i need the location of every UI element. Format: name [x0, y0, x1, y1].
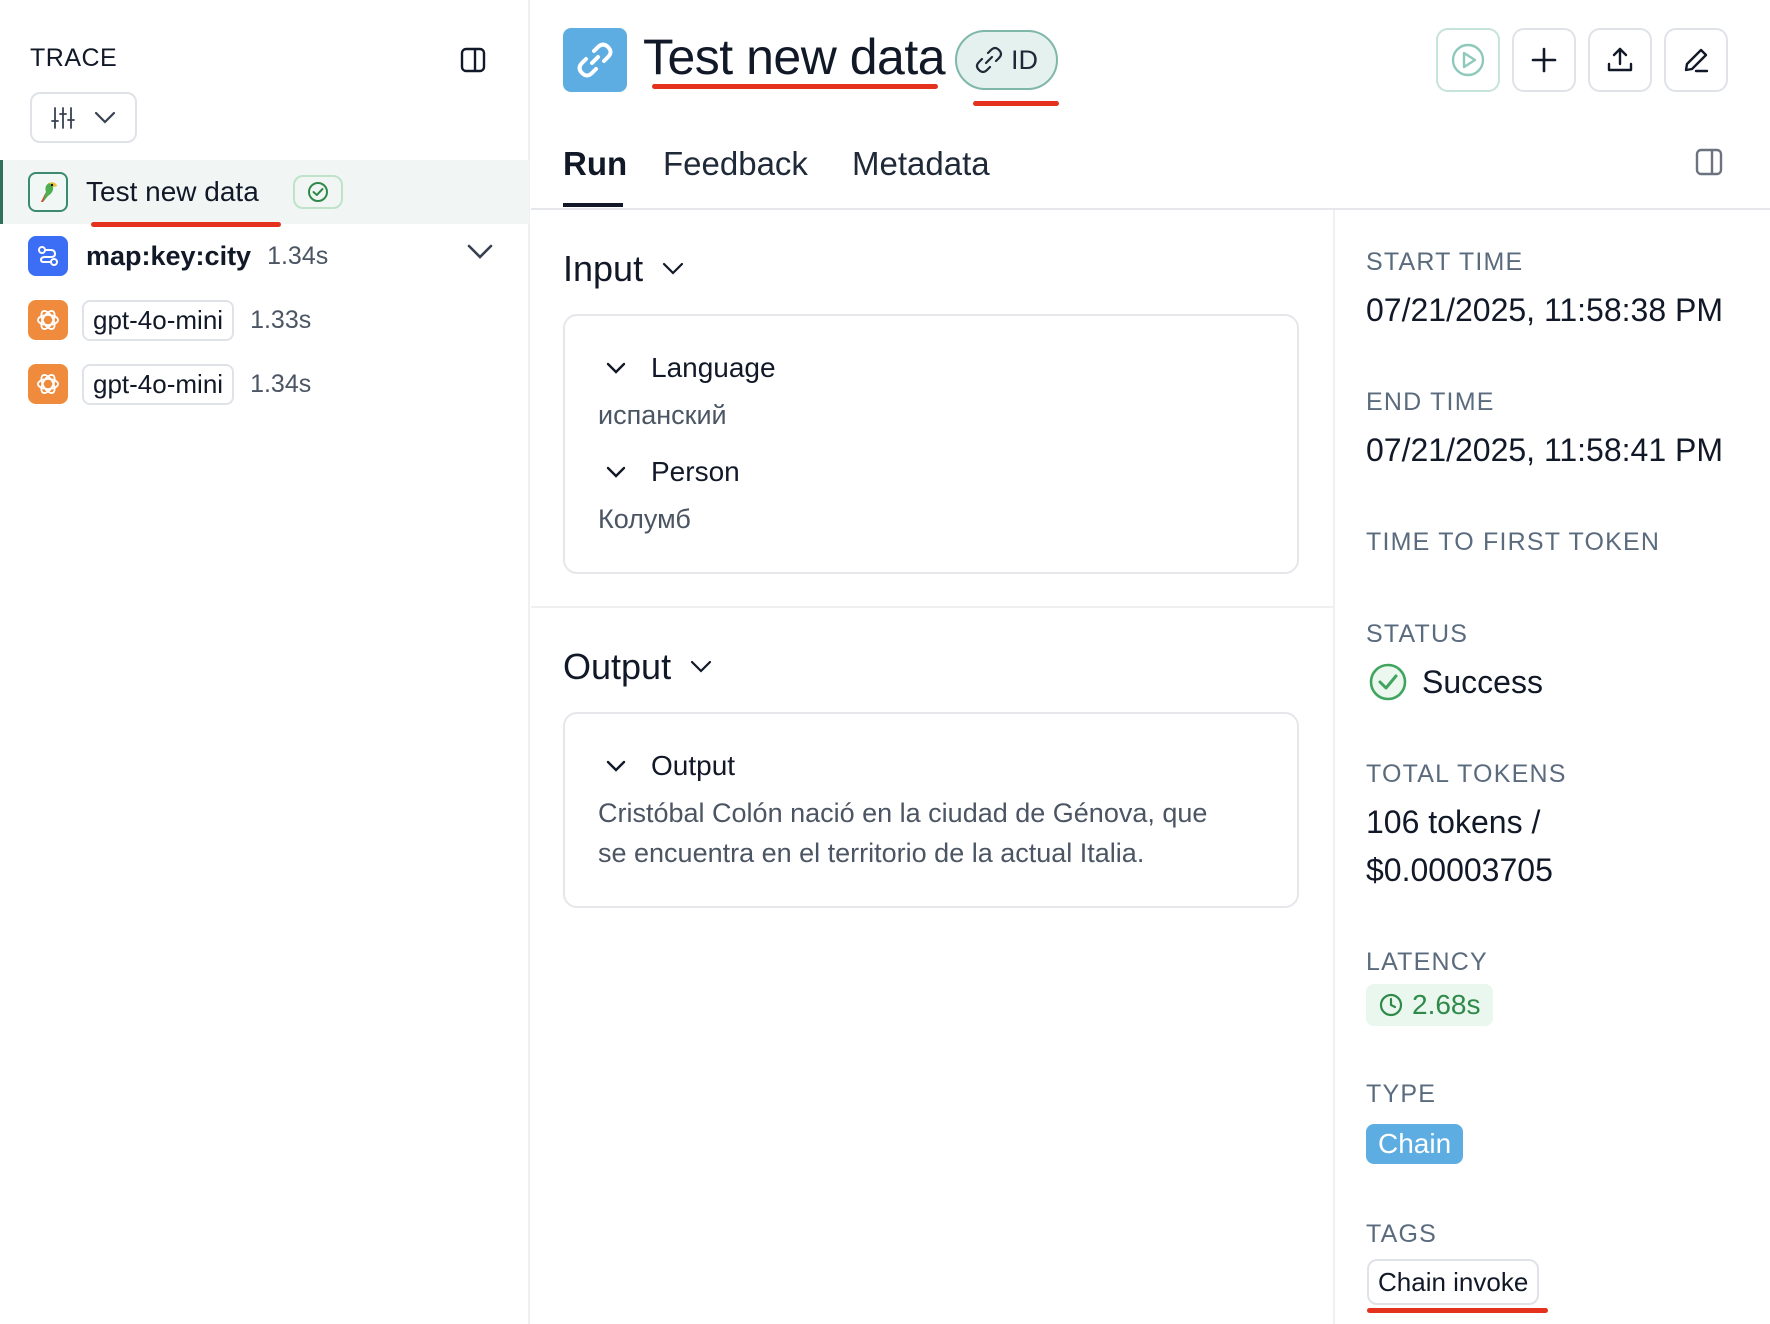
- status-label: STATUS: [1366, 620, 1469, 648]
- trace-node-name: map:key:city: [86, 240, 252, 271]
- trace-header: TRACE: [30, 44, 118, 72]
- sidebar-panel-icon: [1695, 148, 1723, 176]
- trace-node-llm-2[interactable]: gpt-4o-mini 1.34s: [0, 352, 529, 416]
- trace-node-llm-1[interactable]: gpt-4o-mini 1.33s: [0, 288, 529, 352]
- field-key: Output: [651, 750, 736, 781]
- output-section-toggle[interactable]: Output: [563, 646, 713, 688]
- output-text-line-2: se encuentra en el territorio de la actu…: [598, 838, 1145, 868]
- toggle-details-panel-button[interactable]: [1692, 145, 1726, 179]
- tag-chip[interactable]: Chain invoke: [1367, 1259, 1540, 1305]
- edit-icon: [1684, 48, 1709, 73]
- field-value: Колумб: [598, 504, 691, 534]
- output-card: Output Cristóbal Colón nació en la ciuda…: [563, 712, 1299, 908]
- annotation-underline: [973, 101, 1059, 106]
- annotation-underline: [1367, 1308, 1548, 1313]
- run-type-badge: Chain: [1366, 1124, 1464, 1164]
- chevron-down-icon: [94, 111, 115, 124]
- trace-node-root[interactable]: Test new data: [0, 160, 529, 224]
- tabs-divider: [531, 208, 1770, 210]
- add-to-dataset-button[interactable]: [1512, 28, 1576, 92]
- input-section-toggle[interactable]: Input: [563, 248, 685, 290]
- link-icon: [975, 46, 1003, 74]
- trace-node-map[interactable]: map:key:city 1.34s: [0, 224, 529, 288]
- tab-metadata[interactable]: Metadata: [852, 145, 990, 183]
- trace-node-duration: 1.33s: [250, 305, 312, 334]
- check-circle-icon: [1369, 663, 1407, 701]
- total-tokens-value: 106 tokens /: [1366, 804, 1541, 840]
- upload-icon: [1607, 47, 1633, 72]
- field-key: Language: [651, 352, 776, 383]
- copy-id-button[interactable]: ID: [955, 30, 1058, 90]
- parrot-icon: [28, 172, 68, 212]
- play-icon: [1451, 43, 1485, 77]
- total-cost-value: $0.00003705: [1366, 852, 1553, 888]
- share-button[interactable]: [1588, 28, 1652, 92]
- field-toggle-language[interactable]: Language: [605, 352, 776, 384]
- latency-badge: 2.68s: [1366, 984, 1493, 1026]
- id-label: ID: [1011, 44, 1038, 75]
- section-divider: [531, 606, 1333, 608]
- end-time-label: END TIME: [1366, 388, 1495, 416]
- output-text-line-1: Cristóbal Colón nació en la ciudad de Gé…: [598, 798, 1208, 828]
- tab-run[interactable]: Run: [563, 145, 627, 183]
- start-time-label: START TIME: [1366, 248, 1524, 276]
- input-card: Language испанский Person Колумб: [563, 314, 1299, 574]
- map-route-icon: [28, 236, 68, 276]
- start-time-value: 07/21/2025, 11:58:38 PM: [1366, 292, 1724, 328]
- active-tab-indicator: [563, 203, 623, 207]
- output-title: Output: [563, 646, 672, 687]
- chevron-down-icon: [467, 244, 493, 259]
- tab-feedback[interactable]: Feedback: [663, 145, 808, 183]
- model-name-tag: gpt-4o-mini: [82, 299, 235, 341]
- field-value: испанский: [598, 400, 727, 430]
- details-divider: [1333, 210, 1335, 1324]
- chevron-down-icon: [662, 262, 684, 275]
- openai-icon: [28, 364, 68, 404]
- chain-link-icon: [563, 28, 627, 92]
- clock-icon: [1379, 993, 1403, 1017]
- input-title: Input: [563, 248, 644, 289]
- run-title: Test new data: [643, 29, 946, 85]
- total-tokens-label: TOTAL TOKENS: [1366, 760, 1567, 788]
- trace-node-duration: 1.34s: [250, 369, 312, 398]
- status-value-row: Success: [1368, 662, 1543, 702]
- sliders-icon: [51, 106, 76, 129]
- chevron-down-icon: [606, 362, 626, 374]
- model-name-tag: gpt-4o-mini: [82, 363, 235, 405]
- chevron-down-icon: [606, 760, 626, 772]
- latency-label: LATENCY: [1366, 948, 1488, 976]
- trace-sidebar: TRACE Test new data map:key:city 1.34s g…: [0, 0, 530, 1324]
- end-time-value: 07/21/2025, 11:58:41 PM: [1366, 432, 1724, 468]
- field-toggle-person[interactable]: Person: [605, 456, 740, 488]
- chevron-down-icon: [690, 660, 712, 673]
- plus-icon: [1531, 47, 1557, 73]
- annotate-button[interactable]: [1664, 28, 1728, 92]
- trace-node-name: Test new data: [86, 176, 259, 207]
- trace-node-duration: 1.34s: [267, 241, 329, 270]
- expand-node-button[interactable]: [465, 242, 495, 267]
- status-value: Success: [1422, 663, 1543, 700]
- run-playground-button[interactable]: [1436, 28, 1500, 92]
- latency-value: 2.68s: [1412, 989, 1481, 1020]
- type-label: TYPE: [1366, 1080, 1437, 1108]
- openai-icon: [28, 300, 68, 340]
- field-key: Person: [651, 456, 740, 487]
- check-circle-icon: [307, 182, 328, 202]
- collapse-sidebar-button[interactable]: [456, 43, 490, 77]
- ttft-label: TIME TO FIRST TOKEN: [1366, 528, 1661, 556]
- field-toggle-output[interactable]: Output: [605, 750, 735, 782]
- chevron-down-icon: [606, 466, 626, 478]
- trace-filter-button[interactable]: [30, 92, 137, 143]
- sidebar-panel-icon: [460, 47, 486, 73]
- success-status-badge: [292, 175, 343, 209]
- annotation-underline: [652, 84, 938, 89]
- tags-label: TAGS: [1366, 1220, 1438, 1248]
